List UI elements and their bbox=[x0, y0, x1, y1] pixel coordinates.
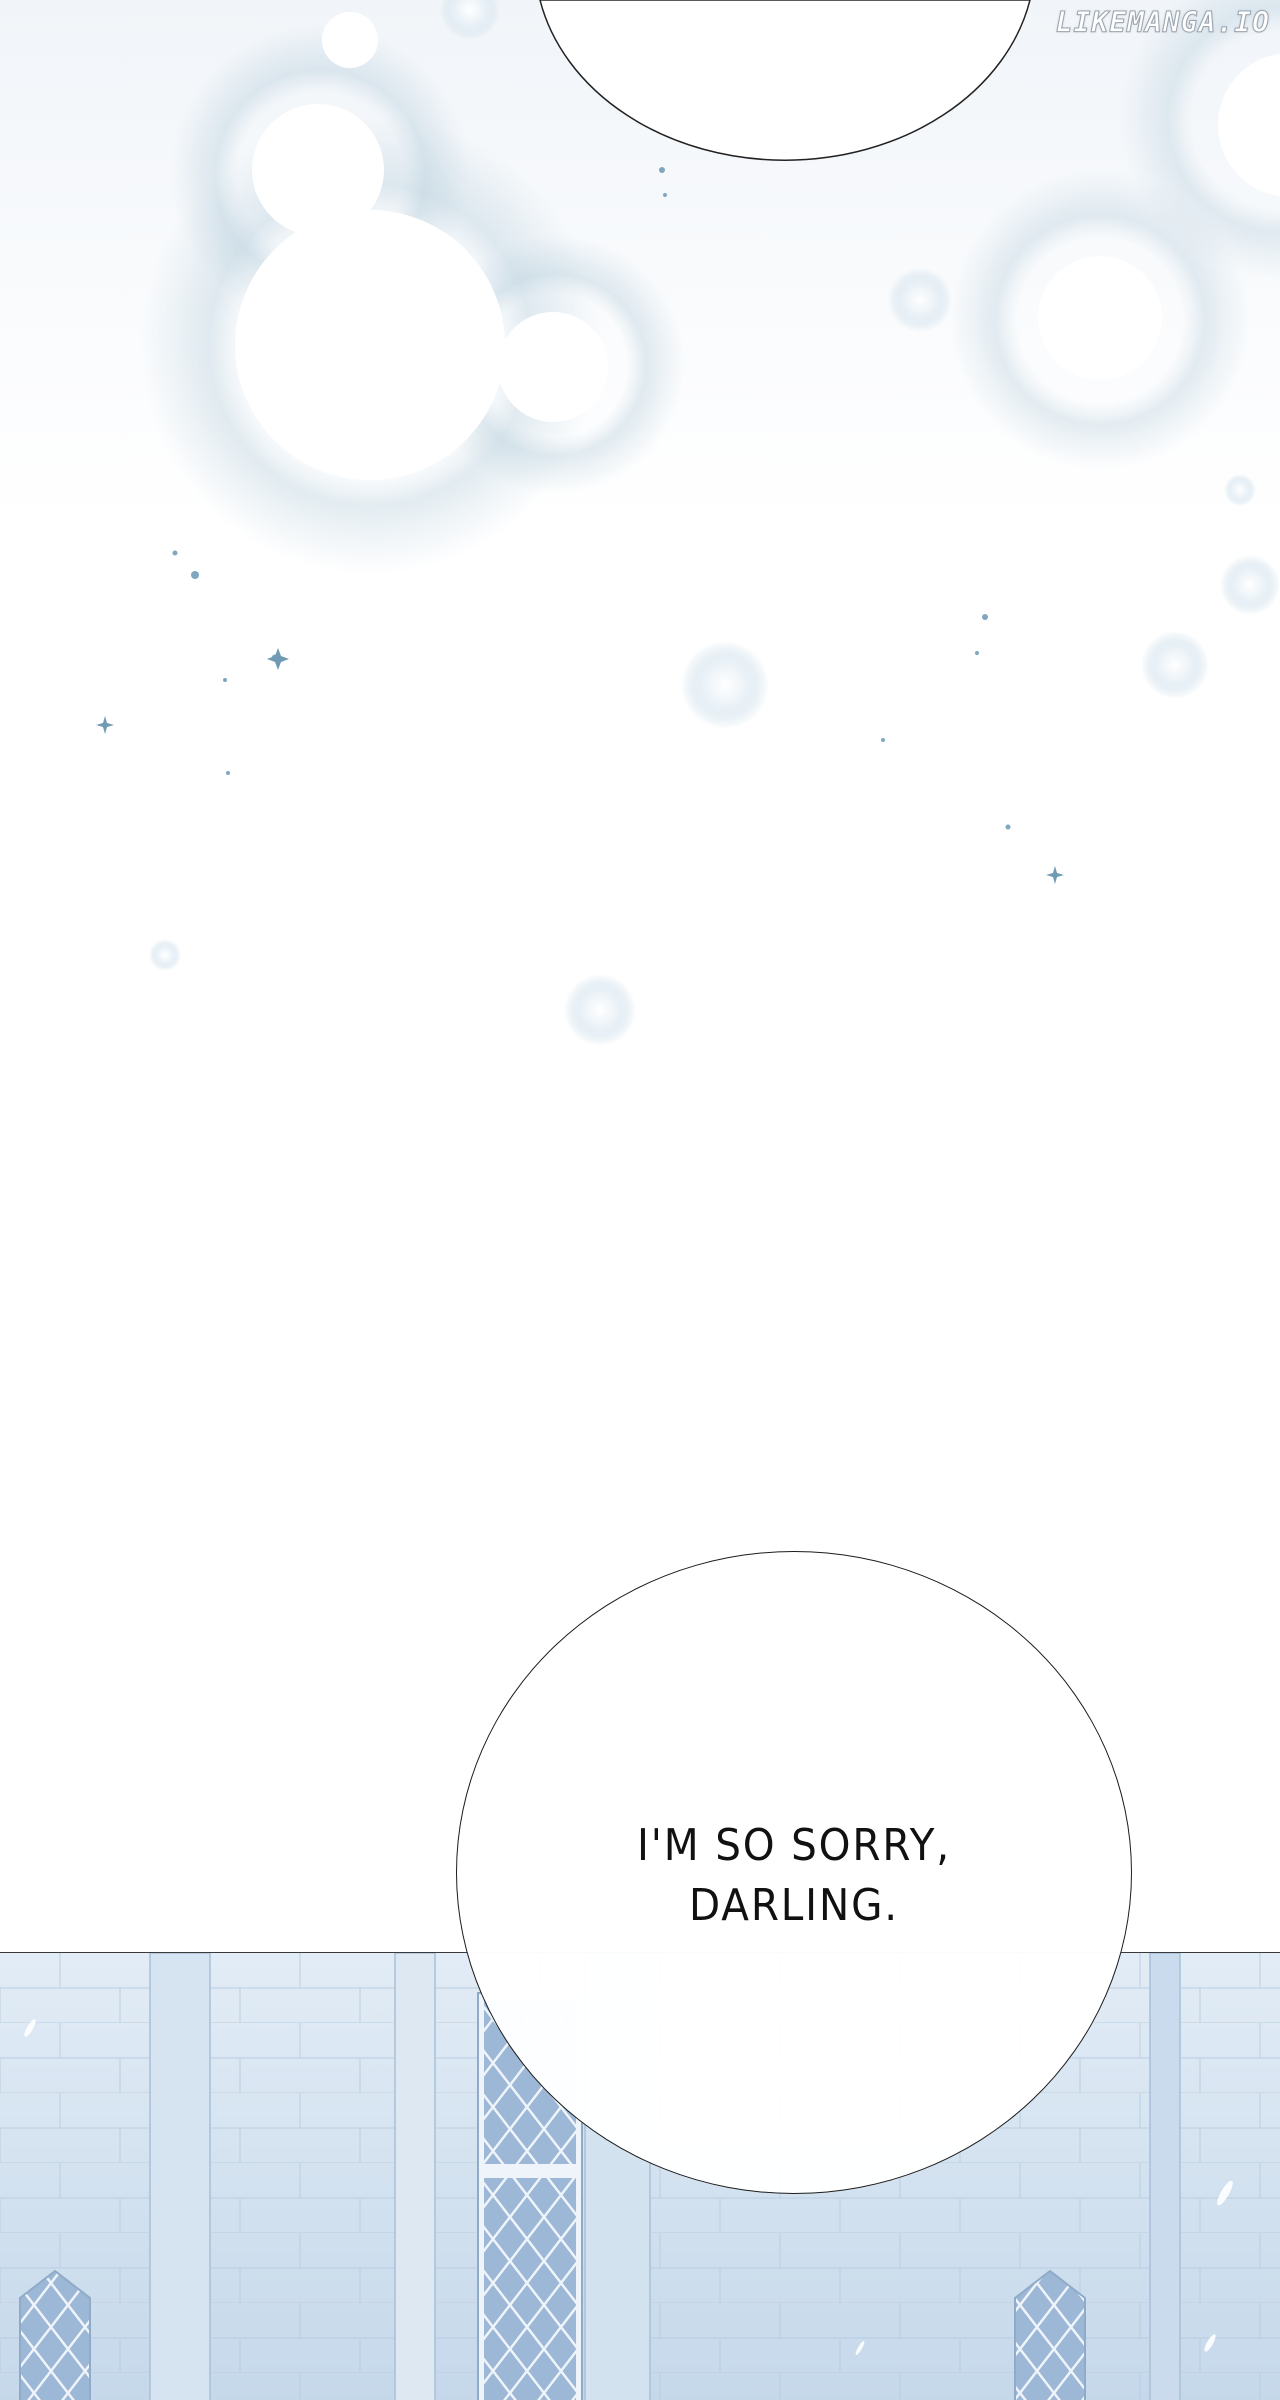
speech-bubble: I'M SO SORRY, DARLING. bbox=[456, 1551, 1132, 2194]
site-watermark: LIKEMANGA.IO bbox=[1055, 6, 1270, 40]
dialogue-line-2: DARLING. bbox=[688, 1880, 899, 1931]
dialogue-line-1: I'M SO SORRY, bbox=[636, 1820, 952, 1871]
dialogue-text: I'M SO SORRY, DARLING. bbox=[484, 1816, 1104, 1936]
manga-panel: LIKEMANGA.IO I'M SO SORRY, DARLING. bbox=[0, 0, 1280, 2400]
sparkle-sky-art bbox=[96, 0, 1280, 1046]
